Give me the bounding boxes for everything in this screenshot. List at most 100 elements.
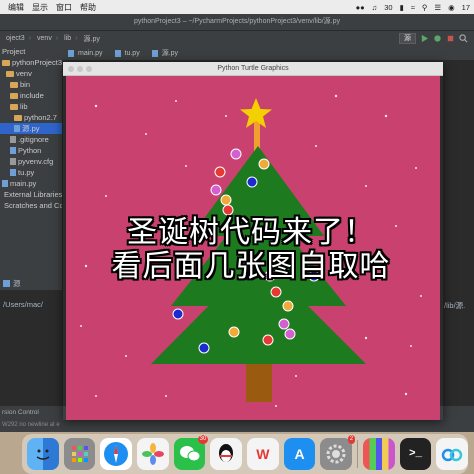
tree-item-external-libraries[interactable]: External Libraries [0, 189, 62, 200]
run-output-right: /lib/源. [442, 276, 474, 406]
menu-help[interactable]: 帮助 [80, 2, 96, 13]
breadcrumb-separator-icon: › [55, 35, 59, 42]
tree-item-gitignore[interactable]: .gitignore [0, 134, 62, 145]
folder-icon [2, 59, 10, 66]
overlay-caption: 圣诞树代码来了！ 看后面几张图自取哈 [64, 216, 438, 284]
tab-main-py[interactable]: main.py [62, 49, 109, 57]
breadcrumb-file[interactable]: 源.py [84, 34, 100, 44]
run-config-select[interactable]: 源 [399, 33, 416, 44]
close-button[interactable] [68, 66, 74, 72]
overlay-line-2: 看后面几张图自取哈 [111, 249, 391, 284]
text-file-icon [10, 136, 16, 143]
breadcrumb-lib[interactable]: lib [64, 35, 71, 42]
system-preferences-icon[interactable]: 2 [320, 435, 356, 470]
version-control-tab[interactable]: rsion Control [2, 409, 39, 416]
tree-item-python27[interactable]: python2.7 [0, 112, 62, 123]
menu-window[interactable]: 窗口 [56, 2, 72, 13]
python-file-icon [114, 49, 121, 57]
qq-icon[interactable] [210, 438, 243, 470]
tree-label: External Libraries [4, 190, 62, 199]
stop-icon[interactable] [446, 34, 455, 43]
menu-edit[interactable]: 编辑 [8, 2, 24, 13]
tree-label: .gitignore [18, 135, 49, 144]
archive-icon[interactable] [363, 438, 395, 470]
launchpad-icon[interactable] [63, 438, 96, 470]
run-output-path: /lib/源. [444, 301, 466, 310]
folder-icon [10, 81, 18, 88]
tree-item-tu-py[interactable]: tu.py [0, 167, 62, 178]
tree-item-yuan-py[interactable]: 源.py [0, 123, 62, 134]
folder-icon [10, 92, 18, 99]
breadcrumb-separator-icon: › [75, 35, 78, 42]
menu-view[interactable]: 显示 [32, 2, 48, 13]
tree-label: pythonProject3 [11, 58, 62, 67]
folder-icon [10, 103, 18, 110]
cloud-icon [441, 448, 463, 462]
search-icon[interactable]: ⚲ [422, 3, 428, 12]
tree-label: lib [20, 102, 28, 111]
tree-item-venv[interactable]: venv [0, 68, 62, 79]
ide-toolbar: oject3 › venv › lib › 源.py 源 [0, 30, 474, 46]
clock-time[interactable]: 17 [462, 3, 470, 12]
wifi-icon[interactable]: ≈ [411, 3, 415, 12]
tree-header[interactable]: Project [0, 46, 62, 57]
tree-label: bin [20, 80, 31, 89]
tree-item-scratches[interactable]: Scratches and Con [0, 200, 62, 211]
tree-label: Project [2, 47, 26, 56]
config-file-icon [10, 158, 16, 165]
run-icon[interactable] [420, 34, 429, 43]
window-controls [68, 66, 92, 72]
siri-icon[interactable]: ◉ [448, 3, 455, 12]
tree-item-bin[interactable]: bin [0, 79, 62, 90]
python-file-icon [10, 147, 16, 154]
app-store-icon[interactable]: A [283, 438, 316, 470]
debug-icon[interactable] [433, 34, 442, 43]
penguin-icon [219, 444, 234, 462]
menu-bar: 编辑 显示 窗口 帮助 ●● ♫ 30 ▮ ≈ ⚲ ☰ ◉ 17 [0, 0, 474, 14]
photos-icon[interactable] [137, 438, 169, 470]
tree-item-main-py[interactable]: main.py [0, 178, 62, 189]
tree-item-python[interactable]: Python [0, 145, 62, 156]
tree-item-pythonproject3[interactable]: pythonProject3 [0, 57, 62, 68]
tree-item-lib[interactable]: lib [0, 101, 62, 112]
breadcrumb-venv[interactable]: venv [37, 35, 52, 42]
system-preferences-badge: 2 [347, 435, 356, 444]
run-tab[interactable]: 源 [0, 276, 62, 290]
zoom-button[interactable] [86, 66, 92, 72]
terminal-icon[interactable]: >_ [399, 438, 432, 470]
ide-title-bar: pythonProject3 – ~/PycharmProjects/pytho… [0, 14, 474, 30]
search-everywhere-icon[interactable] [459, 34, 468, 43]
breadcrumb-separator-icon: › [28, 35, 32, 42]
tree-label: pyvenv.cfg [18, 157, 54, 166]
finder-face-icon [36, 449, 50, 460]
minimize-button[interactable] [77, 66, 83, 72]
tree-label: python2.7 [24, 113, 57, 122]
tree-label: venv [16, 69, 32, 78]
battery-icon[interactable]: ▮ [400, 3, 404, 12]
tab-label: tu.py [124, 49, 140, 57]
baidu-netdisk-icon[interactable] [436, 438, 469, 470]
python-file-icon [14, 125, 20, 132]
wechat-badge: 30 [197, 435, 209, 444]
tab-tu-py[interactable]: tu.py [109, 49, 146, 57]
run-panel: 源 /Users/mac/ [0, 276, 62, 406]
tree-label: Python [18, 146, 42, 155]
tree-item-pyvenv-cfg[interactable]: pyvenv.cfg [0, 156, 62, 167]
headphones-icon[interactable]: ♫ [372, 3, 378, 12]
wechat-icon[interactable]: 30 [173, 435, 209, 470]
baidu-icon[interactable]: ●● [356, 3, 365, 12]
control-center-icon[interactable]: ☰ [434, 3, 441, 12]
run-tab-label: 源 [13, 278, 21, 288]
tab-yuan-py[interactable]: 源.py [146, 48, 184, 58]
overlay-line-1: 圣诞树代码来了！ [127, 215, 375, 250]
finder-icon[interactable] [27, 438, 59, 470]
wps-icon[interactable]: W [247, 438, 279, 470]
chat-bubbles-icon [179, 446, 201, 462]
tree-label: Scratches and Con [4, 201, 62, 210]
breadcrumb-project[interactable]: oject3 [6, 35, 25, 42]
compass-icon [104, 442, 129, 466]
tree-item-include[interactable]: include [0, 90, 62, 101]
safari-icon[interactable] [100, 438, 133, 470]
editor-tabs: main.py tu.py 源.py [62, 46, 474, 60]
turtle-window-title-bar[interactable]: Python Turtle Graphics [63, 62, 443, 76]
